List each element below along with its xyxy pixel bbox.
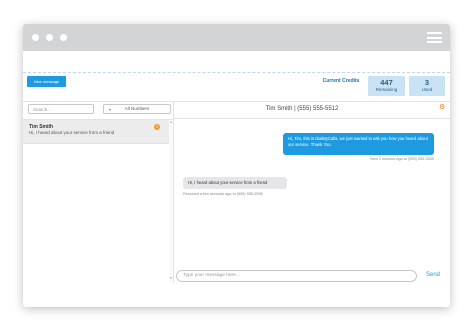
message-composer-input[interactable]: Type your message here... <box>176 270 417 282</box>
current-credits-label: Current Credits <box>322 78 360 84</box>
credits-used-label: Used <box>421 87 433 92</box>
window-dot-icon <box>60 34 67 41</box>
incoming-message-bubble: Hi, I heard about your service from a fr… <box>183 177 287 189</box>
outgoing-message-meta: Sent 2 minutes ago to (555) 555-5555 <box>370 157 434 161</box>
number-filter-select[interactable]: ▾ All Numbers <box>103 104 171 114</box>
window-dot-icon <box>46 34 53 41</box>
number-filter-value: All Numbers <box>124 106 150 111</box>
credits-remaining-value: 447 <box>380 78 393 87</box>
conversation-header: Tim Smith | (555) 555-5512 <box>173 102 450 119</box>
app-window: New message Current Credits 447 Remainin… <box>23 24 450 307</box>
new-message-button[interactable]: New message <box>27 76 66 87</box>
outgoing-message-bubble: Hi, Tim, this is DialMyCalls, we just wa… <box>283 133 434 155</box>
conversation-title: Tim Smith | (555) 555-5512 <box>265 106 339 112</box>
credits-used-card: 3 Used <box>409 76 445 96</box>
gear-icon[interactable]: ⚙ <box>439 104 446 111</box>
search-input[interactable]: Search... <box>28 104 94 114</box>
window-titlebar <box>23 24 450 51</box>
thread-preview-text: Hi, I heard about your service from a fr… <box>29 130 115 135</box>
unread-count-badge: 1 <box>154 124 160 130</box>
incoming-message-meta: Received a few seconds ago to (555) 555-… <box>183 192 263 196</box>
send-button[interactable]: Send <box>426 272 440 278</box>
header-divider <box>23 72 450 73</box>
thread-item[interactable]: Tim Smith Hi, I heard about your service… <box>23 119 173 144</box>
credits-used-value: 3 <box>424 78 430 87</box>
credits-remaining-card: 447 Remaining <box>368 76 405 96</box>
hamburger-menu-icon[interactable] <box>427 32 442 43</box>
credits-remaining-label: Remaining <box>375 87 398 92</box>
chevron-down-icon: ▾ <box>109 107 112 112</box>
window-dot-icon <box>32 34 39 41</box>
